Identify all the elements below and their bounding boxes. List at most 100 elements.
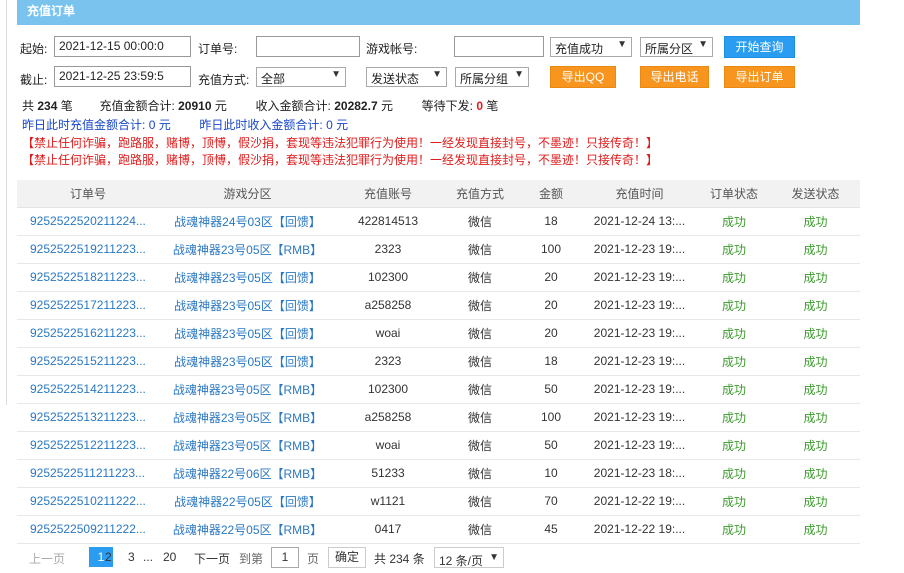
table-cell-time: 2021-12-23 19:...	[582, 235, 697, 264]
table-cell-send: 成功	[771, 431, 860, 460]
goto-page-input[interactable]: 1	[271, 547, 299, 568]
col-header-zone[interactable]: 游戏分区	[159, 180, 336, 208]
table-cell-status: 成功	[697, 403, 771, 432]
prev-page-button[interactable]: 上一页	[29, 550, 65, 567]
table-cell-account: a258258	[336, 291, 440, 320]
order-input[interactable]	[256, 36, 360, 57]
table-cell-send: 成功	[771, 459, 860, 488]
table-cell-method: 微信	[440, 319, 520, 348]
page-size-select[interactable]: 12 条/页 ▼	[434, 547, 504, 568]
chevron-down-icon: ▼	[432, 69, 442, 80]
table-row: 9252522513211223... 战魂神器23号05区【RMB】 a25825…	[17, 403, 860, 432]
table-cell-order[interactable]: 9252522512211223...	[17, 431, 159, 460]
table-cell-send: 成功	[771, 319, 860, 348]
table-cell-zone[interactable]: 战魂神器23号05区【RMB】	[159, 431, 336, 460]
method-select[interactable]: 全部 ▼	[256, 67, 346, 87]
yesterday-line: 昨日此时充值金额合计: 0 元 昨日此时收入金额合计: 0 元	[22, 118, 349, 132]
account-input[interactable]	[454, 36, 544, 57]
table-cell-zone[interactable]: 战魂神器22号05区【回馈】	[159, 487, 336, 516]
export-qq-button[interactable]: 导出QQ	[550, 66, 616, 88]
page-last[interactable]: 20	[163, 550, 176, 564]
col-header-account[interactable]: 充值账号	[336, 180, 440, 208]
page-2[interactable]: 2	[105, 550, 112, 564]
table-row: 9252522511211223... 战魂神器22号06区【RMB】 51233 微…	[17, 459, 860, 488]
table-cell-account: 0417	[336, 515, 440, 544]
col-header-status[interactable]: 订单状态	[697, 180, 771, 208]
table-cell-send: 成功	[771, 347, 860, 376]
table-cell-amount: 45	[520, 515, 582, 544]
table-cell-order[interactable]: 9252522510211222...	[17, 487, 159, 516]
col-header-order[interactable]: 订单号	[17, 180, 159, 208]
table-cell-zone[interactable]: 战魂神器23号05区【回馈】	[159, 291, 336, 320]
table-cell-status: 成功	[697, 319, 771, 348]
query-button[interactable]: 开始查询	[724, 36, 795, 58]
col-header-method[interactable]: 充值方式	[440, 180, 520, 208]
table-cell-account: 51233	[336, 459, 440, 488]
table-cell-account: w1121	[336, 487, 440, 516]
page-title: 充值订单	[17, 0, 860, 25]
page-3[interactable]: 3	[128, 550, 135, 564]
export-order-button[interactable]: 导出订单	[724, 66, 795, 88]
table-cell-zone[interactable]: 战魂神器22号06区【RMB】	[159, 459, 336, 488]
table-cell-zone[interactable]: 战魂神器23号05区【RMB】	[159, 375, 336, 404]
table-cell-method: 微信	[440, 291, 520, 320]
export-phone-button[interactable]: 导出电话	[640, 66, 709, 88]
table-cell-order[interactable]: 9252522514211223...	[17, 375, 159, 404]
table-cell-status: 成功	[697, 291, 771, 320]
table-cell-order[interactable]: 9252522515211223...	[17, 347, 159, 376]
table-cell-status: 成功	[697, 459, 771, 488]
start-label: 起始:	[20, 42, 48, 56]
table-cell-zone[interactable]: 战魂神器22号05区【RMB】	[159, 515, 336, 544]
left-panel-edge	[0, 0, 7, 405]
table-cell-time: 2021-12-22 19:...	[582, 487, 697, 516]
group-select[interactable]: 所属分组 ▼	[455, 67, 529, 87]
method-label: 充值方式:	[198, 73, 250, 87]
table-cell-send: 成功	[771, 235, 860, 264]
table-cell-send: 成功	[771, 487, 860, 516]
table-cell-time: 2021-12-22 19:...	[582, 515, 697, 544]
table-row: 9252522520211224... 战魂神器24号03区【回馈】 4228145…	[17, 207, 860, 236]
table-cell-amount: 70	[520, 487, 582, 516]
table-cell-order[interactable]: 9252522517211223...	[17, 291, 159, 320]
table-cell-zone[interactable]: 战魂神器23号05区【RMB】	[159, 403, 336, 432]
col-header-time[interactable]: 充值时间	[582, 180, 697, 208]
table-cell-order[interactable]: 9252522516211223...	[17, 319, 159, 348]
summary-line: 共 234 笔 充值金额合计: 20910 元 收入金额合计: 20282.7 …	[22, 99, 499, 113]
table-cell-zone[interactable]: 战魂神器23号05区【RMB】	[159, 235, 336, 264]
end-date-input[interactable]: 2021-12-25 23:59:5	[54, 66, 191, 87]
table-cell-time: 2021-12-23 19:...	[582, 347, 697, 376]
table-cell-zone[interactable]: 战魂神器23号05区【回馈】	[159, 347, 336, 376]
send-status-select[interactable]: 发送状态 ▼	[366, 67, 447, 87]
table-row: 9252522519211223... 战魂神器23号05区【RMB】 2323 微信…	[17, 235, 860, 264]
status-select[interactable]: 充值成功 ▼	[550, 37, 632, 57]
order-label: 订单号:	[198, 42, 238, 56]
table-cell-zone[interactable]: 战魂神器24号03区【回馈】	[159, 207, 336, 236]
chevron-down-icon: ▼	[331, 69, 341, 80]
goto-confirm-button[interactable]: 确定	[328, 547, 367, 568]
page-unit-label: 页	[307, 552, 320, 566]
table-cell-zone[interactable]: 战魂神器23号05区【回馈】	[159, 319, 336, 348]
table-cell-order[interactable]: 9252522511211223...	[17, 459, 159, 488]
table-cell-amount: 50	[520, 431, 582, 460]
next-page-button[interactable]: 下一页	[194, 550, 230, 567]
col-header-amount[interactable]: 金额	[520, 180, 582, 208]
table-cell-send: 成功	[771, 291, 860, 320]
start-date-input[interactable]: 2021-12-15 00:00:0	[54, 36, 191, 57]
table-cell-zone[interactable]: 战魂神器23号05区【回馈】	[159, 263, 336, 292]
table-cell-order[interactable]: 9252522520211224...	[17, 207, 159, 236]
table-cell-order[interactable]: 9252522518211223...	[17, 263, 159, 292]
table-row: 9252522518211223... 战魂神器23号05区【回馈】 102300 微…	[17, 263, 860, 292]
table-row: 9252522514211223... 战魂神器23号05区【RMB】 102300…	[17, 375, 860, 404]
table-cell-order[interactable]: 9252522509211222...	[17, 515, 159, 544]
table-cell-time: 2021-12-23 19:...	[582, 291, 697, 320]
chevron-down-icon: ▼	[698, 39, 708, 50]
table-cell-method: 微信	[440, 375, 520, 404]
table-cell-amount: 100	[520, 403, 582, 432]
col-header-send[interactable]: 发送状态	[771, 180, 860, 208]
pending-count: 0	[476, 99, 484, 113]
table-cell-order[interactable]: 9252522513211223...	[17, 403, 159, 432]
table-cell-order[interactable]: 9252522519211223...	[17, 235, 159, 264]
zone-select[interactable]: 所属分区 ▼	[640, 37, 713, 57]
chevron-down-icon: ▼	[514, 69, 524, 80]
table-cell-account: 2323	[336, 235, 440, 264]
